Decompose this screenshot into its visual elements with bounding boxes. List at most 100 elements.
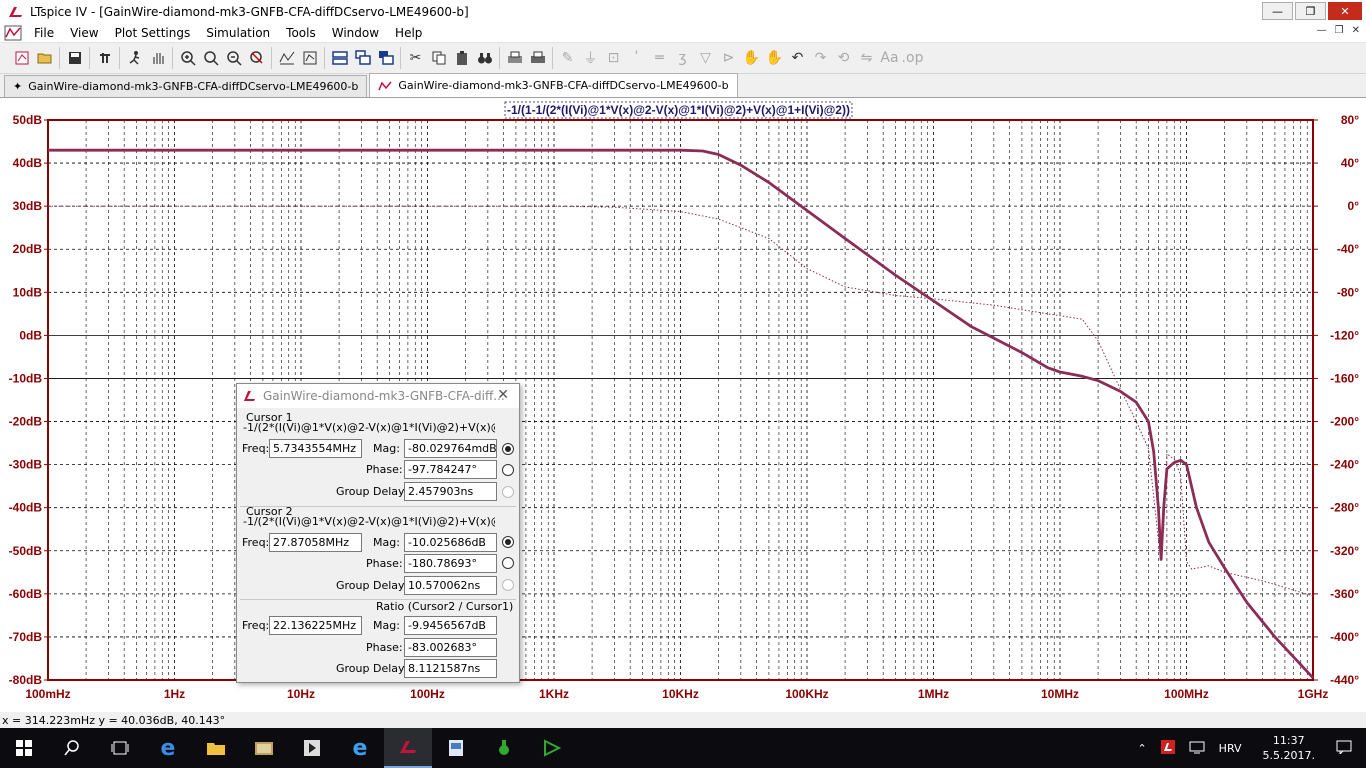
internet-explorer-icon[interactable]: e <box>336 728 384 768</box>
network-icon[interactable] <box>1182 740 1212 757</box>
start-button[interactable] <box>0 728 48 768</box>
mdi-minimize-button[interactable]: — <box>1317 25 1327 36</box>
paste-icon[interactable] <box>450 47 473 70</box>
spice-directive-icon[interactable]: .op <box>901 47 924 70</box>
x-tick-label: 100MHz <box>1164 687 1209 701</box>
ratio-phase-field[interactable]: -83.002683° <box>404 638 497 657</box>
cursor2-freq-field[interactable]: 27.87058MHz <box>269 533 362 552</box>
print-icon[interactable] <box>526 47 549 70</box>
text-icon[interactable]: Aa <box>878 47 901 70</box>
cursor1-freq-field[interactable]: 5.7343554MHz <box>269 439 362 458</box>
save-icon[interactable] <box>63 47 86 70</box>
x-tick-label: 1GHz <box>1298 687 1329 701</box>
resistor-icon[interactable]: ʹ <box>625 47 648 70</box>
cut-icon[interactable]: ✂ <box>404 47 427 70</box>
notifications-icon[interactable] <box>1329 740 1366 757</box>
halt-hand-icon[interactable] <box>146 47 169 70</box>
document-waveform-icon[interactable] <box>4 25 22 41</box>
menu-view[interactable]: View <box>62 26 106 40</box>
search-icon[interactable] <box>48 728 96 768</box>
y2-tick-label: -120° <box>1330 328 1359 342</box>
tile-horizontal-icon[interactable] <box>328 47 351 70</box>
cursor2-mag-radio[interactable] <box>502 536 514 548</box>
zoom-out-icon[interactable] <box>222 47 245 70</box>
zoom-pan-icon[interactable] <box>199 47 222 70</box>
rotate-icon[interactable]: ⟲ <box>832 47 855 70</box>
mdi-restore-button[interactable]: ❐ <box>1335 25 1344 36</box>
ratio-group-delay-field[interactable]: 8.1121587ns <box>404 659 497 678</box>
cursor2-freq-label: Freq: <box>242 536 270 549</box>
menu-window[interactable]: Window <box>324 26 387 40</box>
zoom-cancel-icon[interactable] <box>245 47 268 70</box>
run-icon[interactable] <box>123 47 146 70</box>
copy-icon[interactable] <box>427 47 450 70</box>
print-preview-icon[interactable] <box>503 47 526 70</box>
tile-vertical-icon[interactable] <box>374 47 397 70</box>
zoom-in-icon[interactable] <box>176 47 199 70</box>
cursor1-group-delay-field[interactable]: 2.457903ns <box>404 482 497 501</box>
cursor2-group-delay-field[interactable]: 10.570062ns <box>404 576 497 595</box>
menu-simulation[interactable]: Simulation <box>198 26 278 40</box>
redo-icon[interactable]: ↷ <box>809 47 832 70</box>
file-explorer-icon[interactable] <box>192 728 240 768</box>
menu-tools[interactable]: Tools <box>278 26 324 40</box>
plot-pane[interactable]: 100mHz 1Hz 10Hz 100Hz 1KHz 10KHz 100KHz 1MHz 10M… <box>0 98 1366 710</box>
cursor2-phase-field[interactable]: -180.78693° <box>404 554 497 573</box>
cursor1-phase-radio[interactable] <box>502 464 514 476</box>
component-icon[interactable]: ⊳ <box>717 47 740 70</box>
drag-hand-icon[interactable]: ✋ <box>763 47 786 70</box>
new-schematic-icon[interactable] <box>10 47 33 70</box>
autorange-icon[interactable] <box>275 47 298 70</box>
cascade-icon[interactable] <box>351 47 374 70</box>
cursor-dialog[interactable]: GainWire-diamond-mk3-GNFB-CFA-diff... ✕ … <box>236 383 520 683</box>
find-binoculars-icon[interactable] <box>473 47 496 70</box>
cursor1-phase-field[interactable]: -97.784247° <box>404 460 497 479</box>
cursor2-mag-field[interactable]: -10.025686dB <box>404 533 497 552</box>
ltspice-taskbar-icon[interactable] <box>384 728 432 768</box>
mdi-close-button[interactable]: ✕ <box>1352 25 1360 36</box>
ratio-phase-label: Phase: <box>366 641 403 654</box>
close-button[interactable]: ✕ <box>1328 2 1362 20</box>
ground-icon[interactable]: ⏚ <box>579 47 602 70</box>
menu-file[interactable]: File <box>26 26 62 40</box>
edge-icon[interactable]: e <box>144 728 192 768</box>
document-viewer-icon[interactable] <box>432 728 480 768</box>
cursor1-mag-radio[interactable] <box>502 443 514 455</box>
tray-app-icon[interactable] <box>1154 739 1182 757</box>
label-net-icon[interactable]: ⊡ <box>602 47 625 70</box>
menu-plot-settings[interactable]: Plot Settings <box>107 26 199 40</box>
cursor1-mag-field[interactable]: -80.029764mdB <box>404 439 497 458</box>
undo-icon[interactable]: ↶ <box>786 47 809 70</box>
x-tick-label: 10MHz <box>1041 687 1079 701</box>
cursor2-group-delay-radio[interactable] <box>502 579 514 591</box>
cursor1-group-delay-radio[interactable] <box>502 486 514 498</box>
mirror-icon[interactable]: ⇋ <box>855 47 878 70</box>
menu-help[interactable]: Help <box>387 26 430 40</box>
inductor-icon[interactable]: ʒ <box>671 47 694 70</box>
draw-wire-icon[interactable]: ✎ <box>556 47 579 70</box>
cursor-dialog-titlebar[interactable]: GainWire-diamond-mk3-GNFB-CFA-diff... ✕ <box>237 384 519 408</box>
language-indicator[interactable]: HRV <box>1212 742 1249 755</box>
green-amp-icon[interactable] <box>528 728 576 768</box>
photos-icon[interactable] <box>240 728 288 768</box>
ratio-mag-field[interactable]: -9.9456567dB <box>404 616 497 635</box>
open-folder-icon[interactable] <box>33 47 56 70</box>
control-panel-icon[interactable] <box>93 47 116 70</box>
clock[interactable]: 11:37 5.5.2017. <box>1249 733 1329 763</box>
minimize-button[interactable]: — <box>1262 2 1293 20</box>
capacitor-icon[interactable]: ═ <box>648 47 671 70</box>
cursor2-phase-radio[interactable] <box>502 557 514 569</box>
ratio-freq-field[interactable]: 22.136225MHz <box>269 616 362 635</box>
maximize-button[interactable]: ❐ <box>1295 2 1326 20</box>
task-view-icon[interactable] <box>96 728 144 768</box>
bode-plot[interactable]: 100mHz 1Hz 10Hz 100Hz 1KHz 10KHz 100KHz 1MHz 10M… <box>0 98 1366 710</box>
green-tool-icon[interactable] <box>480 728 528 768</box>
close-icon[interactable]: ✕ <box>497 387 509 403</box>
diode-icon[interactable]: ▽ <box>694 47 717 70</box>
tab-waveform[interactable]: GainWire-diamond-mk3-GNFB-CFA-diffDCserv… <box>369 73 738 97</box>
chevron-up-icon[interactable]: ⌃ <box>1130 742 1153 755</box>
move-hand-icon[interactable]: ✋ <box>740 47 763 70</box>
fit-icon[interactable] <box>298 47 321 70</box>
tab-schematic[interactable]: ✦ GainWire-diamond-mk3-GNFB-CFA-diffDCse… <box>4 75 368 97</box>
media-player-icon[interactable] <box>288 728 336 768</box>
